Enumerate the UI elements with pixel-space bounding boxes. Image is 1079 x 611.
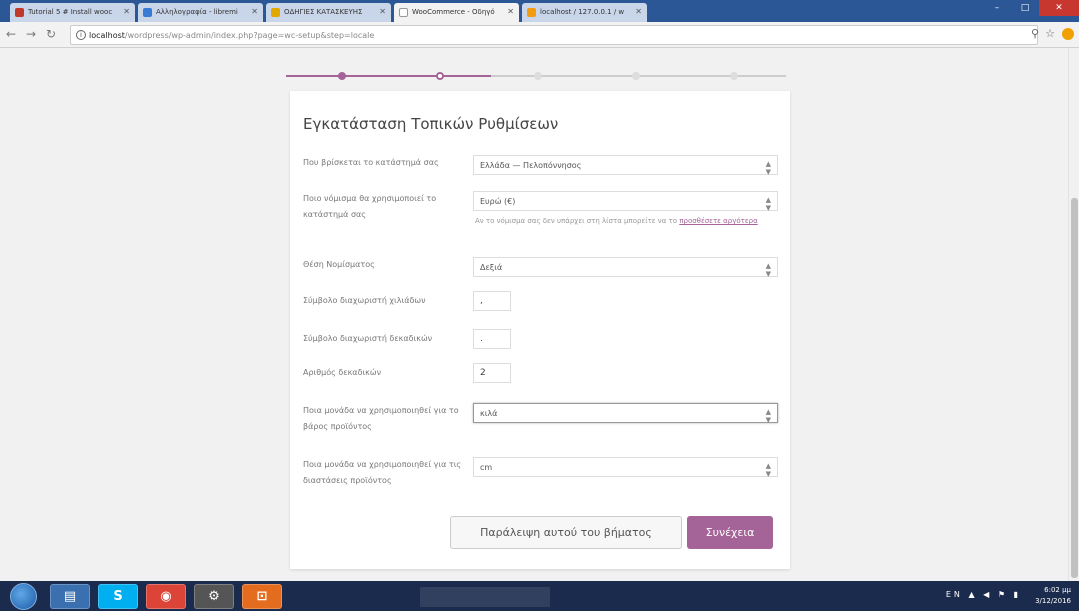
field-label: Που βρίσκεται το κατάστημά σας xyxy=(303,158,439,167)
browser-tab-bar: Tutorial 5 # Install wooc ✕ Αλληλογραφία… xyxy=(0,0,1079,22)
close-window-button[interactable]: ✕ xyxy=(1039,0,1079,16)
browser-tab[interactable]: Tutorial 5 # Install wooc ✕ xyxy=(10,3,135,22)
network-icon[interactable]: ▮ xyxy=(1014,590,1021,599)
browser-tab[interactable]: localhost / 127.0.0.1 / w ✕ xyxy=(522,3,647,22)
weight-unit-select[interactable]: κιλά ▲ ▼ xyxy=(473,403,778,424)
scrollbar-thumb[interactable] xyxy=(1071,198,1078,578)
tray-arrow-icon[interactable]: ▲ xyxy=(968,590,977,599)
field-label: Σύμβολο διαχωριστή δεκαδικών xyxy=(303,334,433,343)
step-dot-done xyxy=(338,72,346,80)
tab-close-icon[interactable]: ✕ xyxy=(635,7,642,16)
chrome-icon[interactable]: ◉ xyxy=(146,584,186,609)
step-dot xyxy=(534,72,542,80)
browser-toolbar: ← → ↻ i localhost/wordpress/wp-admin/ind… xyxy=(0,22,1079,48)
field-label: Σύμβολο διαχωριστή χιλιάδων xyxy=(303,296,426,305)
language-indicator[interactable]: EN xyxy=(946,590,963,599)
file-explorer-icon[interactable]: ▤ xyxy=(50,584,90,609)
zoom-icon[interactable]: ⚲ xyxy=(1031,27,1039,40)
tab-close-icon[interactable]: ✕ xyxy=(123,7,130,16)
mail-favicon-icon xyxy=(143,8,152,17)
start-button[interactable] xyxy=(10,583,37,610)
currency-note: Αν το νόμισμα σας δεν υπάρχει στη λίστα … xyxy=(475,217,758,225)
decimal-separator-input[interactable]: . xyxy=(473,329,511,349)
tab-close-icon[interactable]: ✕ xyxy=(507,7,514,16)
xampp-icon[interactable]: ⊡ xyxy=(242,584,282,609)
info-icon[interactable]: i xyxy=(76,30,86,40)
chevron-down-icon: ▲ ▼ xyxy=(765,462,771,478)
steps-progress xyxy=(286,75,491,77)
bookmark-star-icon[interactable]: ☆ xyxy=(1045,27,1055,40)
taskbar: ▤ S ◉ ⚙ ⊡ EN ▲ ◀ ⚑ ▮ 6:02 μμ 3/12/2016 xyxy=(0,581,1079,611)
add-currency-link[interactable]: προσθέσετε αργότερα xyxy=(679,217,757,225)
flag-icon[interactable]: ⚑ xyxy=(998,590,1008,599)
location-select[interactable]: Ελλάδα — Πελοπόννησος ▲ ▼ xyxy=(473,155,778,176)
system-tray: EN ▲ ◀ ⚑ ▮ xyxy=(946,590,1021,599)
thousand-separator-input[interactable]: , xyxy=(473,291,511,311)
settings-app-icon[interactable]: ⚙ xyxy=(194,584,234,609)
page-scrollbar[interactable] xyxy=(1068,48,1079,581)
skip-step-button[interactable]: Παράλειψη αυτού του βήματος xyxy=(450,516,682,549)
address-bar[interactable]: i localhost/wordpress/wp-admin/index.php… xyxy=(70,25,1038,45)
step-dot-current xyxy=(436,72,444,80)
forward-icon[interactable]: → xyxy=(26,27,36,41)
maximize-button[interactable]: □ xyxy=(1011,0,1039,16)
currency-select[interactable]: Ευρώ (€) ▲ ▼ xyxy=(473,191,778,212)
clock-time: 6:02 μμ xyxy=(1044,586,1071,594)
window-controls: – □ ✕ xyxy=(983,0,1079,16)
back-icon[interactable]: ← xyxy=(6,27,16,41)
tab-close-icon[interactable]: ✕ xyxy=(251,7,258,16)
clock-date: 3/12/2016 xyxy=(1035,597,1071,605)
currency-position-select[interactable]: Δεξιά ▲ ▼ xyxy=(473,257,778,278)
clock[interactable]: 6:02 μμ 3/12/2016 xyxy=(1035,585,1071,607)
chevron-down-icon: ▲ ▼ xyxy=(765,196,771,212)
num-decimals-input[interactable]: 2 xyxy=(473,363,511,383)
browser-tab[interactable]: ΟΔΗΓΙΕΣ ΚΑΤΑΣΚΕΥΗΣ ✕ xyxy=(266,3,391,22)
browser-tab[interactable]: Αλληλογραφία - libremi ✕ xyxy=(138,3,263,22)
skype-icon[interactable]: S xyxy=(98,584,138,609)
youtube-favicon-icon xyxy=(15,8,24,17)
dimension-unit-select[interactable]: cm ▲ ▼ xyxy=(473,457,778,478)
step-dot xyxy=(632,72,640,80)
chevron-down-icon: ▲ ▼ xyxy=(765,408,771,424)
taskbar-window-preview[interactable] xyxy=(420,587,550,607)
field-label: Ποιο νόμισμα θα χρησιμοποιεί το κατάστημ… xyxy=(303,194,437,219)
reload-icon[interactable]: ↻ xyxy=(46,27,56,41)
browser-tab-active[interactable]: WooCommerce - Οδηγό ✕ xyxy=(394,3,519,22)
setup-panel: Εγκατάσταση Τοπικών Ρυθμίσεων Που βρίσκε… xyxy=(290,91,790,569)
field-label: Ποια μονάδα να χρησιμοποιηθεί για τις δι… xyxy=(303,460,462,485)
chevron-down-icon: ▲ ▼ xyxy=(765,160,771,176)
extension-icon[interactable] xyxy=(1062,28,1074,40)
field-label: Ποια μονάδα να χρησιμοποιηθεί για το βάρ… xyxy=(303,406,459,431)
setup-steps xyxy=(286,72,786,80)
minimize-button[interactable]: – xyxy=(983,0,1011,16)
field-label: Αριθμός δεκαδικών xyxy=(303,368,382,377)
url-host: localhost xyxy=(89,31,125,40)
phpmyadmin-favicon-icon xyxy=(527,8,536,17)
page-favicon-icon xyxy=(399,8,408,17)
field-label: Θέση Νομίσματος xyxy=(303,260,375,269)
chevron-down-icon: ▲ ▼ xyxy=(765,262,771,278)
page-title: Εγκατάσταση Τοπικών Ρυθμίσεων xyxy=(303,115,559,133)
continue-button[interactable]: Συνέχεια xyxy=(687,516,773,549)
step-dot xyxy=(730,72,738,80)
document-favicon-icon xyxy=(271,8,280,17)
url-path: /wordpress/wp-admin/index.php?page=wc-se… xyxy=(124,31,375,40)
tab-close-icon[interactable]: ✕ xyxy=(379,7,386,16)
volume-icon[interactable]: ◀ xyxy=(983,590,992,599)
